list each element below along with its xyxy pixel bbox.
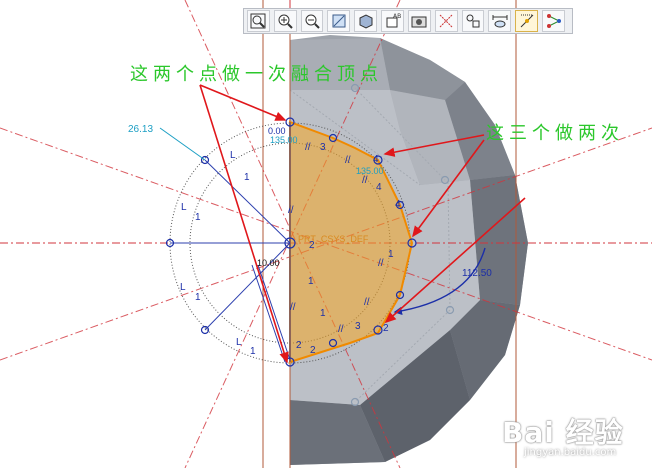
watermark-url: jingyan.baidu.com [524,447,617,458]
parallel-mark-7: // [338,324,344,335]
sketch-tool-icon [546,14,561,28]
constraint-1-f: 1 [320,308,326,319]
radius-dimension[interactable]: 26.13 [128,124,153,135]
constraint-4-c: 4 [373,154,379,165]
dimension-leaders [159,127,206,161]
svg-text:AB: AB [393,13,401,20]
saved-views-button[interactable]: AB [381,10,404,32]
angle-dimension-2[interactable]: 112.50 [462,268,492,279]
angle-dimension-1[interactable]: 135.00 [356,166,384,176]
parallel-mark-5: // [378,258,384,269]
constraint-3-b: 3 [355,321,361,332]
constraint-1-e: 1 [308,276,314,287]
parallel-mark-6: // [364,297,370,308]
constraint-L-3: L [180,282,186,293]
zoom-fit-button[interactable] [247,10,270,32]
parallel-mark-1: // [305,142,311,153]
zoom-fit-icon [250,13,266,29]
constraint-1-g: 1 [388,249,394,260]
sketch-canvas[interactable]: 26.13 0.00 135.00 135.00 PRT_CSYS_DEF 10… [0,0,652,468]
camera-icon [411,16,427,28]
sketch-tool-button[interactable] [542,10,565,32]
repaint-button[interactable] [327,10,351,32]
datum-display-button[interactable] [434,10,458,32]
constraint-1-c: 1 [195,292,201,303]
constraint-2-b: 2 [310,345,316,356]
parallel-mark-2: // [345,155,351,166]
constraint-display-button[interactable] [461,10,485,32]
constraint-2-a: 2 [309,240,315,251]
constraint-4-a: 4 [376,182,382,193]
annotation-top: 这两个点做一次融合顶点 [130,64,383,85]
datum-display-icon [439,14,453,28]
display-style-button[interactable] [354,10,378,32]
constraint-2-d: 2 [296,340,302,351]
baidu-watermark: Bai 经验 jingyan.baidu.com [472,411,644,463]
camera-button[interactable] [407,10,431,32]
zoom-out-button[interactable] [300,10,324,32]
constraint-1-d: 1 [250,346,256,357]
dimension-display-icon [492,15,508,28]
zoom-in-icon [278,14,293,29]
display-style-icon [359,14,373,29]
constraint-display-icon [466,14,480,28]
vertex-display-icon [520,14,534,28]
constraint-L-4: L [236,337,242,348]
constraint-4-b: 4 [395,199,401,210]
saved-views-icon: AB [386,13,401,28]
repaint-icon [332,14,346,28]
parallel-mark-4: // [288,205,294,216]
constraint-L-1: L [230,150,236,161]
constraint-3-a: 3 [320,142,326,153]
view-toolbar: AB [243,8,573,34]
zoom-out-icon [305,14,320,29]
vertex-display-button[interactable] [515,10,539,32]
annotation-right: 这三个做两次 [486,123,624,144]
parallel-mark-3: // [362,175,368,186]
constraint-1-a: 1 [244,172,250,183]
length-dimension[interactable]: 10.00 [257,258,280,268]
constraint-1-b: 1 [195,212,201,223]
zoom-in-button[interactable] [273,10,297,32]
constraint-L-2: L [181,202,187,213]
dimension-display-button[interactable] [488,10,512,32]
constraint-2-c: 2 [383,323,389,334]
watermark-logo: Bai 经验 [502,416,624,449]
small-dimension-1[interactable]: 135.00 [270,135,298,145]
parallel-mark-8: // [290,302,296,313]
